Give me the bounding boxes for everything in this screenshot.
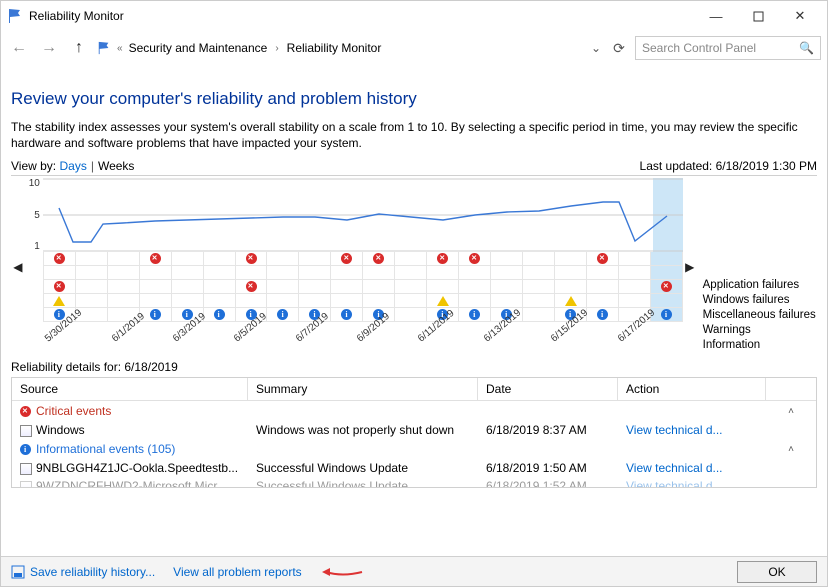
col-summary[interactable]: Summary: [248, 378, 478, 400]
back-button[interactable]: ←: [7, 36, 31, 60]
save-history-link[interactable]: Save reliability history...: [11, 565, 155, 579]
chevron-icon: «: [117, 43, 123, 54]
legend-item: Miscellaneous failures: [703, 308, 817, 323]
view-controls: View by: Days | Weeks Last updated: 6/18…: [11, 159, 817, 173]
last-updated: Last updated: 6/18/2019 1:30 PM: [640, 159, 817, 173]
info-icon: [597, 309, 608, 320]
col-date[interactable]: Date: [478, 378, 618, 400]
chevron-up-icon[interactable]: ˄: [788, 444, 794, 455]
date-axis: 5/30/20196/1/20196/3/20196/5/20196/7/201…: [43, 322, 683, 356]
footer: Save reliability history... View all pro…: [1, 556, 827, 586]
details-header: Reliability details for: 6/18/2019: [11, 360, 817, 374]
error-icon: [597, 253, 608, 264]
error-icon: [437, 253, 448, 264]
error-icon: [150, 253, 161, 264]
chevron-right-icon: ›: [275, 43, 278, 54]
legend-item: Warnings: [703, 323, 817, 338]
reliability-chart: ◀ 1051: [11, 175, 817, 356]
legend: Application failures Windows failures Mi…: [697, 178, 817, 356]
table-row[interactable]: 9NBLGGH4Z1JC-Ookla.Speedtestb... Success…: [12, 459, 816, 477]
navbar: ← → ↑ « Security and Maintenance › Relia…: [1, 31, 827, 65]
error-icon: [469, 253, 480, 264]
error-icon: [246, 281, 257, 292]
page-icon: [20, 481, 32, 487]
col-action[interactable]: Action: [618, 378, 766, 400]
breadcrumb-item[interactable]: Reliability Monitor: [287, 41, 382, 55]
minimize-button[interactable]: —: [695, 2, 737, 30]
content: Review your computer's reliability and p…: [1, 65, 827, 556]
warning-icon: [437, 296, 449, 306]
flag-icon: [7, 8, 23, 24]
info-icon: [661, 309, 672, 320]
titlebar: Reliability Monitor — ✕: [1, 1, 827, 31]
info-icon: [469, 309, 480, 320]
table-header[interactable]: Source Summary Date Action: [12, 378, 816, 401]
info-icon: [341, 309, 352, 320]
legend-item: Information: [703, 338, 817, 353]
group-critical[interactable]: Critical events ˄: [12, 401, 816, 421]
error-icon: [20, 406, 31, 417]
page-title: Review your computer's reliability and p…: [11, 89, 817, 109]
scroll-left-button[interactable]: ◀: [11, 178, 25, 356]
info-icon: [150, 309, 161, 320]
error-icon: [373, 253, 384, 264]
arrow-annotation-icon: [320, 565, 364, 579]
error-icon: [246, 253, 257, 264]
view-details-link[interactable]: View technical d...: [618, 477, 766, 487]
chevron-up-icon[interactable]: ˄: [788, 406, 794, 417]
view-days-link[interactable]: Days: [59, 159, 86, 173]
save-icon: [11, 565, 25, 579]
window-title: Reliability Monitor: [29, 9, 124, 23]
view-by-label: View by:: [11, 159, 56, 173]
scroll-right-button[interactable]: ▶: [683, 178, 697, 356]
y-axis: 1051: [25, 178, 43, 252]
group-informational[interactable]: Informational events (105) ˄: [12, 439, 816, 459]
table-row[interactable]: Windows Windows was not properly shut do…: [12, 421, 816, 439]
details-table: Source Summary Date Action Critical even…: [11, 377, 817, 488]
view-weeks-link[interactable]: Weeks: [98, 159, 134, 173]
close-button[interactable]: ✕: [779, 2, 821, 30]
maximize-button[interactable]: [737, 2, 779, 30]
description: The stability index assesses your system…: [11, 119, 817, 151]
view-details-link[interactable]: View technical d...: [618, 459, 766, 477]
search-placeholder: Search Control Panel: [642, 41, 799, 55]
up-button[interactable]: ↑: [67, 36, 91, 60]
info-icon: [20, 444, 31, 455]
search-icon: 🔍: [799, 41, 814, 55]
forward-button[interactable]: →: [37, 36, 61, 60]
info-icon: [214, 309, 225, 320]
legend-item: Windows failures: [703, 293, 817, 308]
flag-icon: [97, 41, 111, 55]
view-details-link[interactable]: View technical d...: [618, 421, 766, 439]
table-row[interactable]: 9WZDNCRFHWD2-Microsoft.Micr... Successfu…: [12, 477, 816, 487]
error-icon: [54, 253, 65, 264]
refresh-button[interactable]: ⟳: [609, 40, 629, 57]
search-input[interactable]: Search Control Panel 🔍: [635, 36, 821, 60]
error-icon: [661, 281, 672, 292]
error-icon: [54, 281, 65, 292]
legend-item: Application failures: [703, 278, 817, 293]
error-icon: [341, 253, 352, 264]
view-all-reports-link[interactable]: View all problem reports: [173, 565, 302, 579]
ok-button[interactable]: OK: [737, 561, 817, 583]
breadcrumb[interactable]: Security and Maintenance › Reliability M…: [129, 41, 382, 55]
warning-icon: [53, 296, 65, 306]
info-icon: [277, 309, 288, 320]
warning-icon: [565, 296, 577, 306]
separator: |: [91, 159, 94, 173]
stability-line: [43, 178, 683, 252]
page-icon: [20, 463, 32, 475]
breadcrumb-dropdown[interactable]: ⌄: [589, 41, 603, 55]
page-icon: [20, 425, 32, 437]
breadcrumb-item[interactable]: Security and Maintenance: [129, 41, 268, 55]
col-source[interactable]: Source: [12, 378, 248, 400]
